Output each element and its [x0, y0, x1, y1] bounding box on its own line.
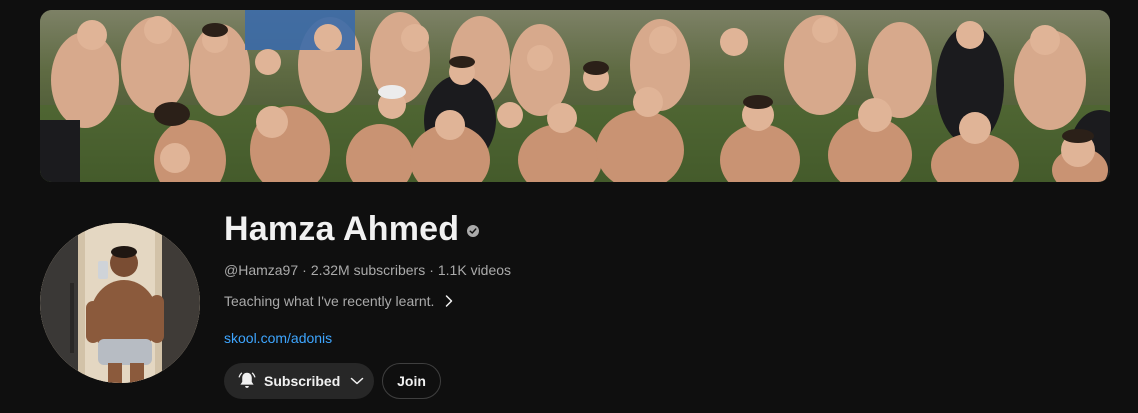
channel-name-row: Hamza Ahmed	[224, 205, 1104, 253]
chevron-right-icon[interactable]	[444, 294, 454, 308]
channel-description[interactable]: Teaching what I've recently learnt.	[224, 291, 1104, 311]
channel-meta: @Hamza97 · 2.32M subscribers · 1.1K vide…	[224, 260, 1104, 280]
channel-external-link[interactable]: skool.com/adonis	[224, 328, 1104, 348]
channel-avatar[interactable]	[40, 223, 200, 383]
channel-name: Hamza Ahmed	[224, 209, 460, 248]
channel-actions: Subscribed Join	[224, 363, 1104, 399]
channel-description-text: Teaching what I've recently learnt.	[224, 293, 435, 309]
channel-handle: @Hamza97	[224, 262, 299, 278]
chevron-down-icon	[350, 376, 364, 386]
join-button[interactable]: Join	[382, 363, 441, 399]
subscribed-button[interactable]: Subscribed	[224, 363, 374, 399]
meta-separator: ·	[302, 262, 307, 278]
meta-separator: ·	[429, 262, 434, 278]
channel-header: Hamza Ahmed @Hamza97 · 2.32M subscribers…	[0, 0, 1138, 413]
video-count: 1.1K videos	[437, 262, 512, 278]
channel-info: Hamza Ahmed @Hamza97 · 2.32M subscribers…	[224, 205, 1104, 399]
subscriber-count: 2.32M subscribers	[310, 262, 426, 278]
verified-check-icon	[467, 225, 480, 237]
channel-banner-image	[40, 10, 1110, 182]
subscribed-label: Subscribed	[264, 373, 341, 389]
bell-notification-icon	[236, 370, 258, 392]
